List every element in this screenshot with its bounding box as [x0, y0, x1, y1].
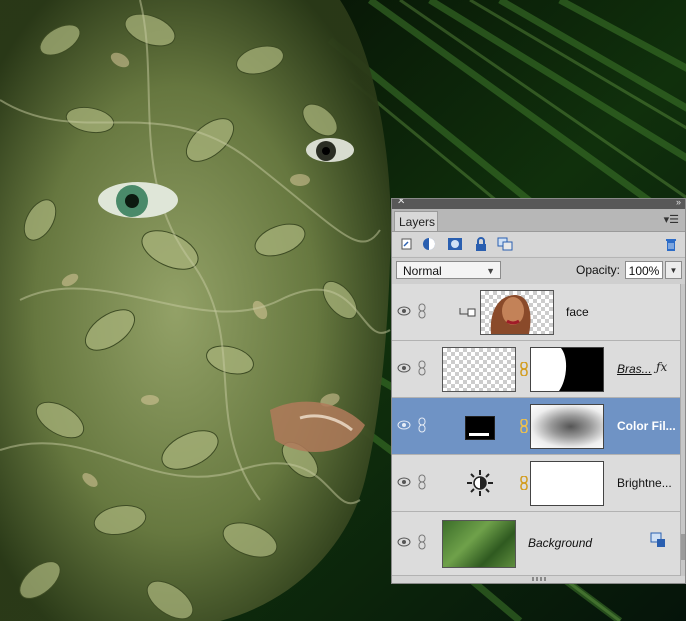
eye-icon[interactable]: [397, 475, 411, 489]
layer-name: face: [566, 305, 589, 319]
scrollbar-thumb[interactable]: [681, 534, 685, 560]
chain-icon[interactable]: [417, 417, 427, 433]
panel-titlebar: ✕ »: [392, 199, 685, 209]
eye-icon[interactable]: [397, 304, 411, 318]
eye-icon[interactable]: [397, 361, 411, 375]
collapse-icon[interactable]: »: [676, 199, 681, 207]
lock-icon[interactable]: [472, 235, 490, 253]
layer-row-brightness[interactable]: Brightne...: [392, 455, 680, 512]
fill-color-swatch[interactable]: [465, 416, 495, 440]
adjustment-layer-icon[interactable]: [420, 235, 438, 253]
layer-mask-thumbnail: [530, 404, 604, 449]
blend-opacity-row: Normal ▼ Opacity: 100% ▼: [392, 257, 685, 285]
trash-icon[interactable]: [662, 235, 680, 253]
sun-icon[interactable]: [465, 468, 495, 498]
layer-mask-thumbnail: [530, 461, 604, 506]
chain-icon[interactable]: [417, 534, 427, 550]
layer-row-brass[interactable]: Bras... ƒx: [392, 341, 680, 398]
blend-mode-value: Normal: [403, 264, 442, 278]
chain-icon[interactable]: [417, 360, 427, 376]
layer-row-color-fill[interactable]: Color Fil...: [392, 398, 680, 455]
chain-icon[interactable]: [520, 362, 528, 376]
eye-icon[interactable]: [397, 418, 411, 432]
layer-thumbnail: [442, 347, 516, 392]
mask-icon[interactable]: [446, 235, 464, 253]
layer-mask-thumbnail: [530, 347, 604, 392]
link-layers-icon[interactable]: [496, 235, 514, 253]
style-fx-icon[interactable]: ƒx: [656, 360, 667, 374]
new-layer-icon[interactable]: [398, 235, 416, 253]
close-icon[interactable]: ✕: [397, 199, 405, 207]
layers-scrollbar[interactable]: [680, 284, 685, 576]
layer-lock-indicator-icon[interactable]: [650, 532, 666, 548]
chain-icon[interactable]: [520, 476, 528, 490]
opacity-slider-toggle[interactable]: ▼: [665, 261, 682, 279]
layer-name: Color Fil...: [617, 419, 676, 433]
layer-name: Brightne...: [617, 476, 672, 490]
layers-list: face Bras... ƒx Color Fil... Brightne...…: [392, 284, 680, 576]
tab-layers[interactable]: Layers: [394, 211, 438, 231]
layer-name: Bras...: [617, 362, 652, 376]
chain-icon[interactable]: [520, 419, 528, 433]
eye-icon[interactable]: [397, 535, 411, 549]
blend-mode-select[interactable]: Normal ▼: [396, 261, 501, 279]
opacity-label: Opacity:: [576, 263, 621, 277]
panel-menu-icon[interactable]: ▾☰: [664, 213, 679, 226]
layers-panel: ✕ » Layers ▾☰ Normal ▼ Opacity: 100% ▼ f…: [391, 198, 686, 584]
layer-name: Background: [528, 536, 593, 550]
clip-group-icon: [459, 308, 476, 317]
panel-tab-row: Layers ▾☰: [392, 209, 685, 232]
layers-toolbar: [392, 232, 685, 256]
chevron-down-icon: ▼: [486, 266, 495, 276]
chain-icon[interactable]: [417, 474, 427, 490]
layer-row-background[interactable]: Background: [392, 512, 680, 576]
resize-grip[interactable]: [532, 577, 548, 581]
layer-row-face[interactable]: face: [392, 284, 680, 341]
layer-thumbnail-background: [442, 520, 516, 568]
opacity-input[interactable]: 100%: [625, 261, 663, 279]
chain-icon[interactable]: [417, 303, 427, 319]
layer-thumbnail-face: [480, 290, 554, 335]
